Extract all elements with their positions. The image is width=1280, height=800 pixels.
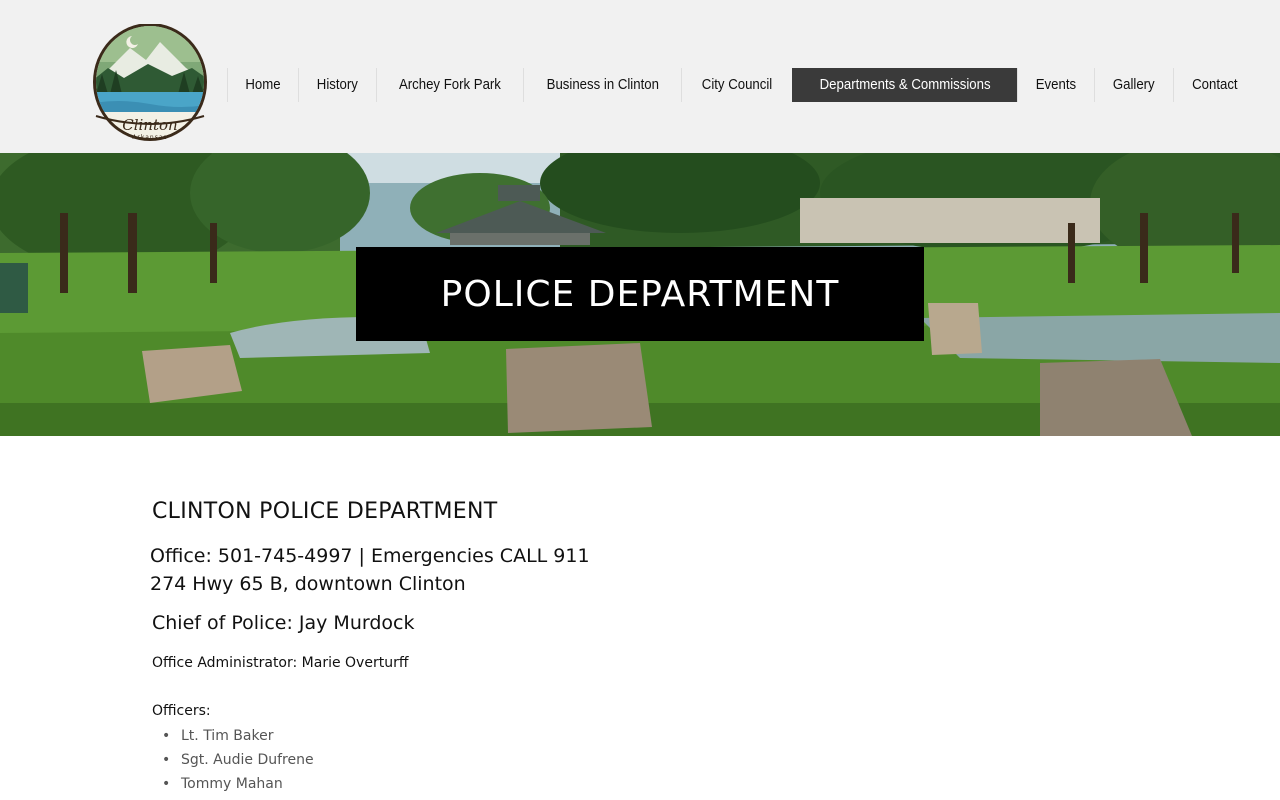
list-item: Tommy Mahan bbox=[152, 773, 314, 797]
nav-contact[interactable]: Contact bbox=[1172, 68, 1256, 102]
nav-events-label: Events bbox=[1036, 76, 1077, 93]
nav-home-label: Home bbox=[245, 76, 281, 93]
nav-home[interactable]: Home bbox=[227, 68, 298, 102]
list-item: Lt. Tim Baker bbox=[152, 725, 314, 749]
hero-banner: POLICE DEPARTMENT bbox=[0, 153, 1280, 436]
chief-of-police: Chief of Police: Jay Murdock bbox=[152, 612, 415, 634]
nav-archey-fork-park-label: Archey Fork Park bbox=[398, 76, 501, 93]
nav-history-label: History bbox=[316, 76, 358, 93]
logo-name: Clinton bbox=[122, 116, 178, 134]
nav-gallery-label: Gallery bbox=[1113, 76, 1155, 93]
office-administrator: Office Administrator: Marie Overturff bbox=[152, 655, 409, 671]
nav-contact-label: Contact bbox=[1191, 76, 1238, 93]
logo-subtitle: Arkansas bbox=[132, 134, 168, 141]
nav-events[interactable]: Events bbox=[1017, 68, 1094, 102]
list-item: Sgt. Audie Dufrene bbox=[152, 749, 314, 773]
main-nav: Home History Archey Fork Park Business i… bbox=[227, 68, 1256, 102]
office-phone-line: Office: 501-745-4997 | Emergencies CALL … bbox=[150, 545, 590, 567]
page-title: POLICE DEPARTMENT bbox=[356, 247, 924, 341]
nav-departments-label: Departments & Commissions bbox=[819, 76, 991, 93]
nav-business-in-clinton[interactable]: Business in Clinton bbox=[522, 68, 682, 102]
address-line: 274 Hwy 65 B, downtown Clinton bbox=[150, 573, 466, 595]
nav-business-label: Business in Clinton bbox=[546, 76, 659, 93]
nav-city-council[interactable]: City Council bbox=[681, 68, 792, 102]
site-header: Clinton Arkansas Home History Archey For… bbox=[0, 0, 1280, 153]
officers-label: Officers: bbox=[152, 703, 211, 719]
nav-history[interactable]: History bbox=[298, 68, 376, 102]
department-heading: CLINTON POLICE DEPARTMENT bbox=[152, 499, 498, 524]
site-logo[interactable]: Clinton Arkansas bbox=[88, 24, 212, 146]
nav-city-council-label: City Council bbox=[701, 76, 773, 93]
nav-departments-commissions[interactable]: Departments & Commissions bbox=[792, 68, 1018, 102]
officers-list: Lt. Tim Baker Sgt. Audie Dufrene Tommy M… bbox=[152, 725, 314, 797]
nav-archey-fork-park[interactable]: Archey Fork Park bbox=[375, 68, 523, 102]
nav-gallery[interactable]: Gallery bbox=[1094, 68, 1173, 102]
